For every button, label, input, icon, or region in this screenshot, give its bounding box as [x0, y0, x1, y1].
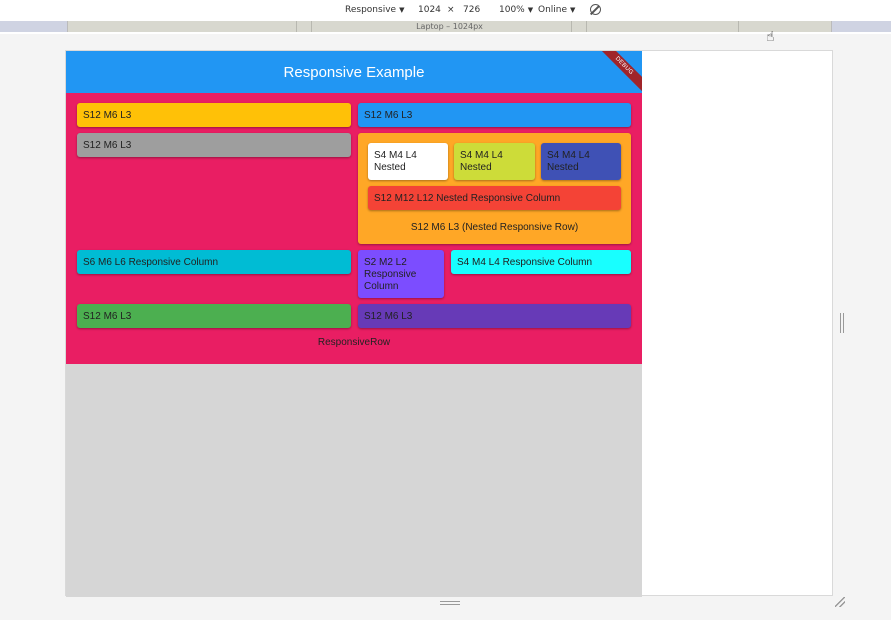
chevron-down-icon: ▼: [570, 6, 576, 14]
card-s12-m6-l3: S12 M6 L3: [77, 133, 351, 157]
nested-card-indigo: S4 M4 L4 Nested: [541, 143, 621, 180]
throttle-select[interactable]: Online ▼: [538, 5, 575, 15]
nested-row-caption: S12 M6 L3 (Nested Responsive Row): [410, 222, 579, 233]
responsive-column-aqua: S4 M4 L4 Responsive Column: [451, 250, 631, 274]
device-toolbar: Responsive ▼ 1024 × 726 100% ▼ Online ▼: [0, 0, 891, 20]
zoom-select-label: 100%: [499, 5, 525, 15]
nested-responsive-row: S4 M4 L4 Nested S4 M4 L4 Nested S4 M4 L4…: [358, 133, 631, 244]
app-screen: Responsive Example DEBUG S12 M6 L3 S12 M…: [66, 51, 642, 597]
width-input[interactable]: 1024: [418, 5, 441, 15]
responsive-row-caption: ResponsiveRow: [317, 337, 391, 348]
chevron-down-icon: ▼: [527, 6, 534, 14]
debug-banner: DEBUG: [597, 51, 642, 93]
media-query-label: Laptop – 1024px: [416, 22, 483, 31]
height-input[interactable]: 726: [463, 5, 480, 15]
card-s12-m6-l3: S12 M6 L3: [358, 304, 631, 328]
resize-handle-corner[interactable]: [835, 597, 845, 607]
hand-cursor-icon: ☝: [766, 29, 775, 45]
device-select-label: Responsive: [345, 5, 397, 15]
app-title: Responsive Example: [283, 63, 425, 81]
resize-handle-bottom[interactable]: [440, 601, 460, 605]
nested-card-white: S4 M4 L4 Nested: [368, 143, 448, 180]
rotate-icon[interactable]: [590, 4, 601, 15]
media-query-laptop[interactable]: Laptop – 1024px: [67, 21, 832, 32]
zoom-select[interactable]: 100% ▼: [499, 5, 533, 15]
media-query-bar[interactable]: Laptop – 1024px: [0, 21, 891, 32]
card-s12-m6-l3: S12 M6 L3: [77, 103, 351, 127]
device-frame: Responsive Example DEBUG S12 M6 L3 S12 M…: [65, 50, 833, 597]
resize-handle-right[interactable]: [840, 313, 844, 333]
chevron-down-icon: ▼: [399, 6, 405, 14]
nested-card-lime: S4 M4 L4 Nested: [454, 143, 535, 180]
dimension-separator: ×: [447, 5, 455, 15]
app-bar: Responsive Example DEBUG: [66, 51, 642, 93]
card-s12-m6-l3: S12 M6 L3: [358, 103, 631, 127]
responsive-column-cyan: S6 M6 L6 Responsive Column: [77, 250, 351, 274]
device-select[interactable]: Responsive ▼: [345, 5, 404, 15]
responsive-row: S12 M6 L3 S12 M6 L3 S12 M6 L3 S4 M4 L4 N…: [66, 93, 642, 364]
throttle-select-label: Online: [538, 5, 568, 15]
responsive-column-purple: S2 M2 L2 Responsive Column: [358, 250, 444, 298]
nested-responsive-column: S12 M12 L12 Nested Responsive Column: [368, 186, 621, 210]
card-s12-m6-l3: S12 M6 L3: [77, 304, 351, 328]
